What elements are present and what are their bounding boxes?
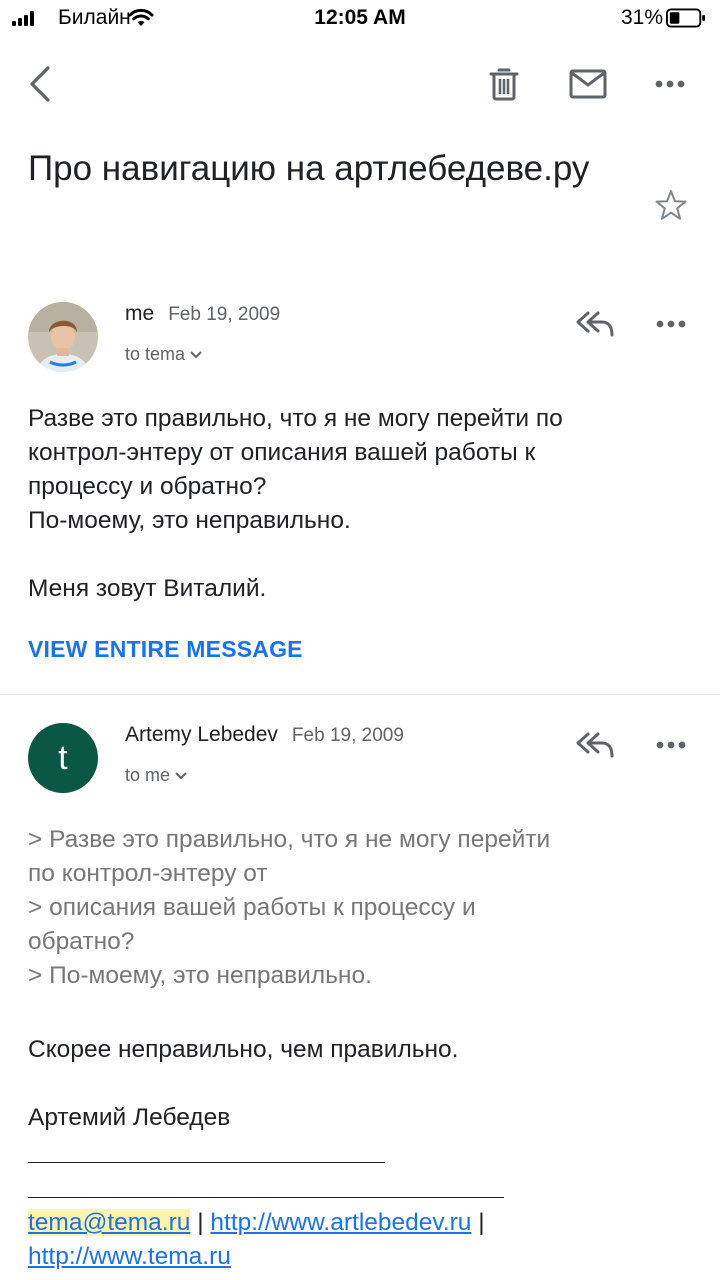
star-icon	[655, 190, 687, 220]
battery-icon	[666, 8, 706, 28]
view-entire-message-link[interactable]: VIEW ENTIRE MESSAGE	[28, 636, 303, 663]
signature-links: tema@tema.ru | http://www.artlebedev.ru …	[28, 1206, 708, 1274]
clock: 12:05 AM	[314, 6, 406, 29]
chevron-left-icon	[30, 66, 50, 102]
avatar[interactable]: t	[28, 723, 98, 793]
message-header: me Feb 19, 2009	[125, 302, 280, 326]
email-link[interactable]: tema@tema.ru	[28, 1209, 191, 1236]
email-subject: Про навигацию на артлебедеве.ру	[28, 149, 590, 188]
tema-link[interactable]: http://www.tema.ru	[28, 1243, 231, 1270]
trash-icon	[489, 68, 519, 101]
profile-photo-icon	[28, 302, 98, 372]
message-date: Feb 19, 2009	[168, 304, 281, 325]
reply-all-icon	[576, 311, 614, 337]
recipients-toggle[interactable]: to me	[125, 765, 188, 786]
reply-all-button[interactable]	[574, 725, 618, 765]
chevron-down-icon	[190, 350, 202, 358]
message-date: Feb 19, 2009	[291, 725, 404, 746]
recipients-toggle[interactable]: to tema	[125, 344, 203, 365]
more-button[interactable]	[648, 62, 692, 106]
avatar[interactable]	[28, 302, 98, 372]
mark-unread-button[interactable]	[566, 62, 610, 106]
more-horizontal-icon	[656, 320, 686, 328]
status-bar: Билайн 12:05 AM 31%	[0, 0, 720, 40]
reply-all-icon	[576, 732, 614, 758]
star-button[interactable]	[650, 184, 692, 226]
sender-name: me	[125, 302, 155, 325]
signature-rule	[28, 1162, 385, 1163]
delete-button[interactable]	[484, 62, 524, 106]
message-more-button[interactable]	[650, 725, 692, 765]
link-separator: |	[478, 1209, 485, 1236]
recipients-label: to me	[125, 765, 171, 785]
more-horizontal-icon	[655, 80, 685, 88]
more-horizontal-icon	[656, 741, 686, 749]
sender-name: Artemy Lebedev	[125, 723, 278, 746]
chevron-down-icon	[175, 771, 187, 779]
message-more-button[interactable]	[650, 304, 692, 344]
reply-all-button[interactable]	[574, 304, 618, 344]
avatar-letter: t	[58, 738, 68, 777]
mail-icon	[569, 69, 607, 99]
signature-rule	[28, 1197, 504, 1198]
recipients-label: to tema	[125, 344, 186, 364]
battery-percent: 31%	[620, 6, 663, 29]
message-body: Разве это правильно, что я не могу перей…	[28, 405, 563, 602]
message-divider	[0, 694, 720, 695]
signature-name: Артемий Лебедев	[28, 1104, 231, 1131]
message-header: Artemy Lebedev Feb 19, 2009	[125, 723, 404, 747]
reply-text: Скорее неправильно, чем правильно.	[28, 1036, 459, 1063]
back-button[interactable]	[20, 62, 60, 106]
link-separator: |	[197, 1209, 204, 1236]
quoted-text: > Разве это правильно, что я не могу пер…	[28, 826, 551, 989]
artlebedev-link[interactable]: http://www.artlebedev.ru	[210, 1209, 471, 1236]
